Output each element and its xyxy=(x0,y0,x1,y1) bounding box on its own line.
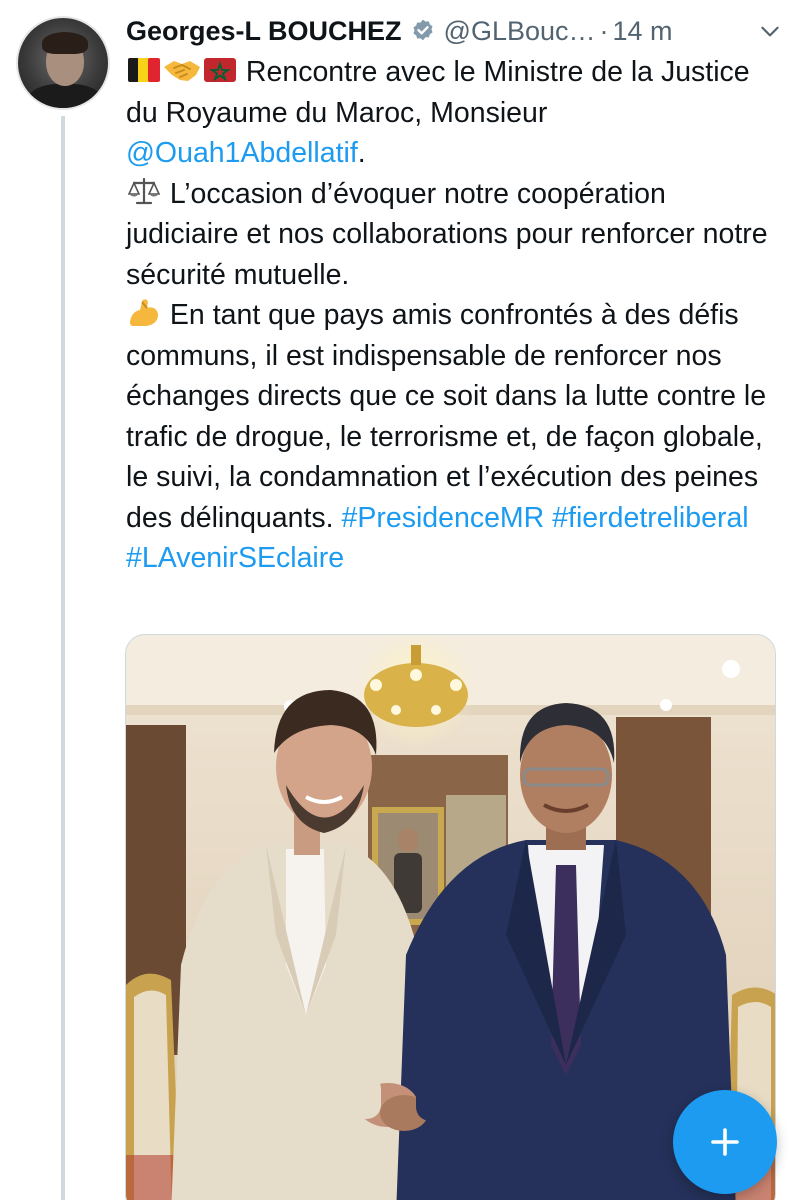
tweet-header: Georges-L BOUCHEZ @GLBouc… · 14 m xyxy=(126,14,783,48)
tweet-paragraph-2-text: L’occasion d’évoquer notre coopération j… xyxy=(126,177,768,291)
author-name[interactable]: Georges-L BOUCHEZ xyxy=(126,16,402,47)
tweet-timestamp[interactable]: 14 m xyxy=(613,16,673,47)
tweet-paragraph-3: En tant que pays amis confrontés à des d… xyxy=(126,295,786,579)
morocco-flag-icon xyxy=(204,58,236,82)
avatar[interactable] xyxy=(16,16,110,110)
tweet-paragraph-1: Rencontre avec le Ministre de la Justice… xyxy=(126,52,786,174)
separator-dot: · xyxy=(599,15,609,46)
mention-link[interactable]: @Ouah1Abdellatif xyxy=(126,137,358,169)
hashtag-link[interactable]: #LAvenirSEclaire xyxy=(126,542,344,574)
mention-suffix: . xyxy=(357,137,366,169)
tweet-paragraph-3-text: En tant que pays amis confrontés à des d… xyxy=(126,299,767,534)
hashtag-link[interactable]: #PresidenceMR xyxy=(342,502,545,534)
tweet-photo[interactable] xyxy=(125,634,776,1200)
avatar-hair-shape xyxy=(42,32,88,54)
flexed-biceps-icon xyxy=(130,299,158,326)
hashtag-link[interactable]: #fierdetreliberal xyxy=(552,502,748,534)
handshake-icon xyxy=(164,61,200,81)
balance-scale-icon xyxy=(127,177,161,204)
avatar-body-shape xyxy=(28,84,102,108)
verified-badge-icon[interactable] xyxy=(410,18,436,44)
compose-button[interactable] xyxy=(673,1090,777,1194)
belgium-flag-icon xyxy=(128,58,160,82)
photo-illustration xyxy=(126,635,775,1200)
tweet-text: Rencontre avec le Ministre de la Justice… xyxy=(126,52,786,579)
tweet[interactable]: Georges-L BOUCHEZ @GLBouc… · 14 m Rencon… xyxy=(0,0,793,1200)
author-handle[interactable]: @GLBouc… xyxy=(444,16,596,47)
tweet-paragraph-2: L’occasion d’évoquer notre coopération j… xyxy=(126,174,786,296)
thread-line xyxy=(61,116,65,1200)
chevron-down-icon[interactable] xyxy=(757,18,783,44)
plus-icon xyxy=(711,1128,739,1156)
